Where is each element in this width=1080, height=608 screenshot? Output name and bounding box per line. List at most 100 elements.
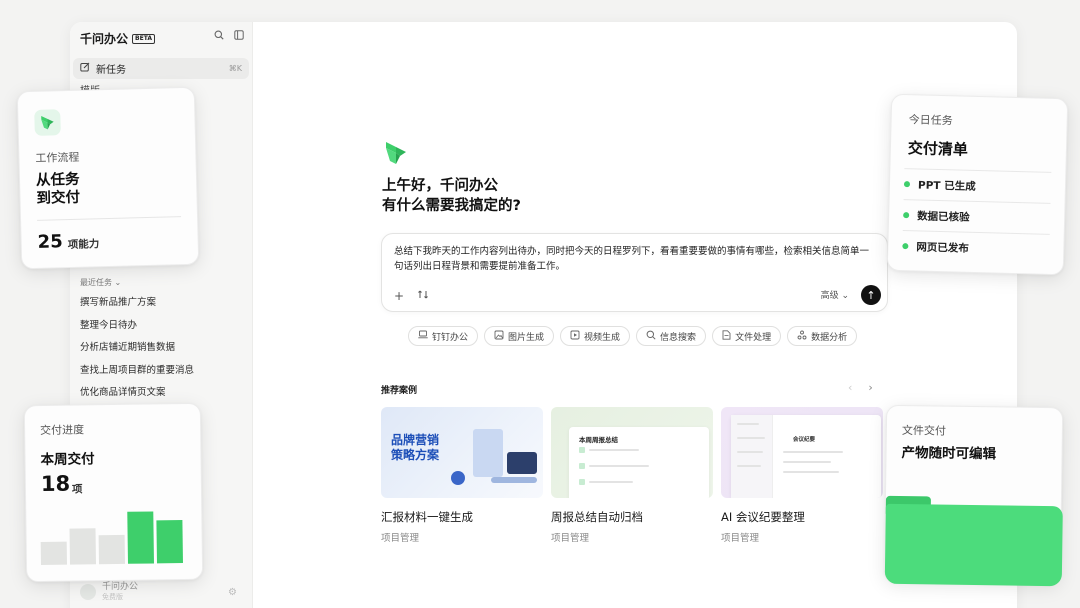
chip-info-search[interactable]: 信息搜索 <box>636 326 707 346</box>
file-delivery-card: 文件交付 产物随时可编辑 <box>883 404 1064 587</box>
delivery-progress-card: 交付进度 本周交付 18 项 <box>23 402 204 583</box>
thumbnail-title: 会议纪要 <box>793 437 816 443</box>
send-button[interactable]: ↑ <box>861 285 881 305</box>
advanced-dropdown[interactable]: 高级 ⌄ <box>821 288 849 301</box>
recommended-cases-title: 推荐案例 <box>381 386 418 396</box>
recent-task-item[interactable]: 撰写新品推广方案 <box>80 296 194 319</box>
card-headline: 本周交付 <box>40 451 95 469</box>
gear-icon[interactable]: ⚙ <box>228 587 237 598</box>
checklist-item: PPT 已生成 <box>903 168 1052 203</box>
case-thumbnail: 本周周报总结 <box>551 407 713 498</box>
new-task-button[interactable]: 新任务 ⌘K <box>73 58 249 79</box>
card-headline: 产物随时可编辑 <box>901 444 997 463</box>
case-tag: 项目管理 <box>721 533 760 544</box>
avatar <box>80 584 96 600</box>
case-title: 汇报材料一键生成 <box>381 510 473 524</box>
user-name: 千问办公 <box>102 582 139 592</box>
recent-tasks-list: 撰写新品推广方案 整理今日待办 分析店铺近期销售数据 查找上周项目群的重要消息 … <box>80 296 194 409</box>
greeting-line-2: 有什么需要我搞定的? <box>382 198 521 214</box>
thumbnail-doc-shape <box>473 429 503 477</box>
thumbnail-title: 品牌营销 策略方案 <box>391 433 440 462</box>
card-label: 交付进度 <box>40 423 85 438</box>
laptop-icon <box>418 330 428 342</box>
case-thumbnail: 品牌营销 策略方案 <box>381 407 543 498</box>
card-headline: 从任务 到交付 <box>35 171 81 207</box>
recent-task-item[interactable]: 分析店铺近期销售数据 <box>80 341 194 364</box>
carousel-nav: ‹ › <box>848 381 873 394</box>
progress-bar-chart <box>40 508 189 566</box>
edit-icon <box>80 62 90 75</box>
case-title: AI 会议纪要整理 <box>721 510 805 524</box>
thumbnail-books-shape <box>491 477 537 483</box>
case-cards: 品牌营销 策略方案 汇报材料一键生成 项目管理 本周周报总结 周报总结自动归档 … <box>381 407 883 544</box>
folder-body <box>884 503 1063 587</box>
recent-task-item[interactable]: 查找上周项目群的重要消息 <box>80 364 194 387</box>
recent-task-item[interactable]: 整理今日待办 <box>80 319 194 342</box>
search-icon <box>646 330 656 343</box>
case-thumbnail: 会议纪要 <box>721 407 883 498</box>
composer-tools: + <box>394 289 429 303</box>
search-icon[interactable] <box>214 30 224 43</box>
thumbnail-doc: 本周周报总结 <box>569 427 709 498</box>
recent-tasks-header[interactable]: 最近任务 ⌄ <box>80 277 121 288</box>
qianwen-logo-icon <box>383 140 409 170</box>
delivery-unit: 项 <box>71 483 83 496</box>
video-icon <box>570 330 580 343</box>
case-tag: 项目管理 <box>381 533 420 544</box>
case-card-weekly[interactable]: 本周周报总结 周报总结自动归档 项目管理 <box>551 407 713 544</box>
status-dot-icon <box>903 212 910 219</box>
plus-icon[interactable]: + <box>394 289 404 303</box>
chip-file-processing[interactable]: 文件处理 <box>712 326 782 346</box>
chevron-down-icon: ⌄ <box>114 278 122 287</box>
progress-bar <box>156 520 183 564</box>
capability-unit: 项能力 <box>67 238 100 252</box>
prompt-composer[interactable]: 总结下我昨天的工作内容列出待办，同时把今天的日程罗列下，看看重要要做的事情有哪些… <box>381 233 888 312</box>
greeting-line-1: 上午好，千问办公 <box>382 178 498 194</box>
progress-bar <box>40 541 68 566</box>
thumbnail-window: 会议纪要 <box>731 415 881 498</box>
card-label: 文件交付 <box>901 423 946 438</box>
app-name: 千问办公 <box>80 32 129 46</box>
progress-bar <box>127 511 154 564</box>
chip-dingtalk-office[interactable]: 钉钉办公 <box>408 326 479 346</box>
beta-badge: BETA <box>132 33 155 44</box>
settings-sliders-icon[interactable] <box>418 289 429 303</box>
card-label: 今日任务 <box>908 113 953 128</box>
status-dot-icon <box>903 181 911 188</box>
case-title: 周报总结自动归档 <box>551 510 643 524</box>
card-label: 工作流程 <box>35 150 80 165</box>
thumbnail-title: 本周周报总结 <box>579 436 618 444</box>
delivery-count: 18 <box>40 471 71 497</box>
prompt-input[interactable]: 总结下我昨天的工作内容列出待办，同时把今天的日程罗列下，看看重要要做的事情有哪些… <box>394 244 877 274</box>
card-headline: 交付清单 <box>907 139 969 159</box>
checklist-item: 网页已发布 <box>901 230 1050 265</box>
chip-data-analysis[interactable]: 数据分析 <box>787 326 858 346</box>
checklist-item: 数据已核验 <box>902 199 1051 234</box>
today-tasks-card: 今日任务 交付清单 PPT 已生成 数据已核验 网页已发布 <box>886 93 1069 276</box>
case-card-meeting[interactable]: 会议纪要 AI 会议纪要整理 项目管理 <box>721 407 883 544</box>
file-icon <box>722 329 731 343</box>
chevron-left-icon[interactable]: ‹ <box>848 381 852 394</box>
greeting: 上午好，千问办公 有什么需要我搞定的? <box>382 176 521 216</box>
arrow-up-icon: ↑ <box>866 288 876 302</box>
divider <box>37 216 182 221</box>
quick-actions: 钉钉办公 图片生成 视频生成 信息搜索 文件处理 数据分析 <box>408 326 858 346</box>
analysis-icon <box>797 330 807 343</box>
chevron-right-icon[interactable]: › <box>868 381 872 394</box>
workflow-card: 工作流程 从任务 到交付 25 项能力 <box>16 86 200 270</box>
qianwen-logo-icon <box>34 109 61 136</box>
laptop-icon <box>507 452 537 474</box>
case-card-report[interactable]: 品牌营销 策略方案 汇报材料一键生成 项目管理 <box>381 407 543 544</box>
case-tag: 项目管理 <box>551 533 590 544</box>
chip-video-generation[interactable]: 视频生成 <box>560 326 631 346</box>
checklist: PPT 已生成 数据已核验 网页已发布 <box>901 168 1052 265</box>
progress-bar <box>98 534 125 565</box>
brand: 千问办公 BETA <box>80 30 155 47</box>
sidebar-toggle-icon[interactable] <box>234 30 244 43</box>
new-task-shortcut: ⌘K <box>228 64 242 73</box>
chevron-down-icon: ⌄ <box>841 291 849 301</box>
chip-image-generation[interactable]: 图片生成 <box>484 326 555 346</box>
user-plan: 免费版 <box>102 593 123 601</box>
user-profile[interactable]: 千问办公 免费版 <box>80 582 138 602</box>
image-icon <box>494 330 504 343</box>
